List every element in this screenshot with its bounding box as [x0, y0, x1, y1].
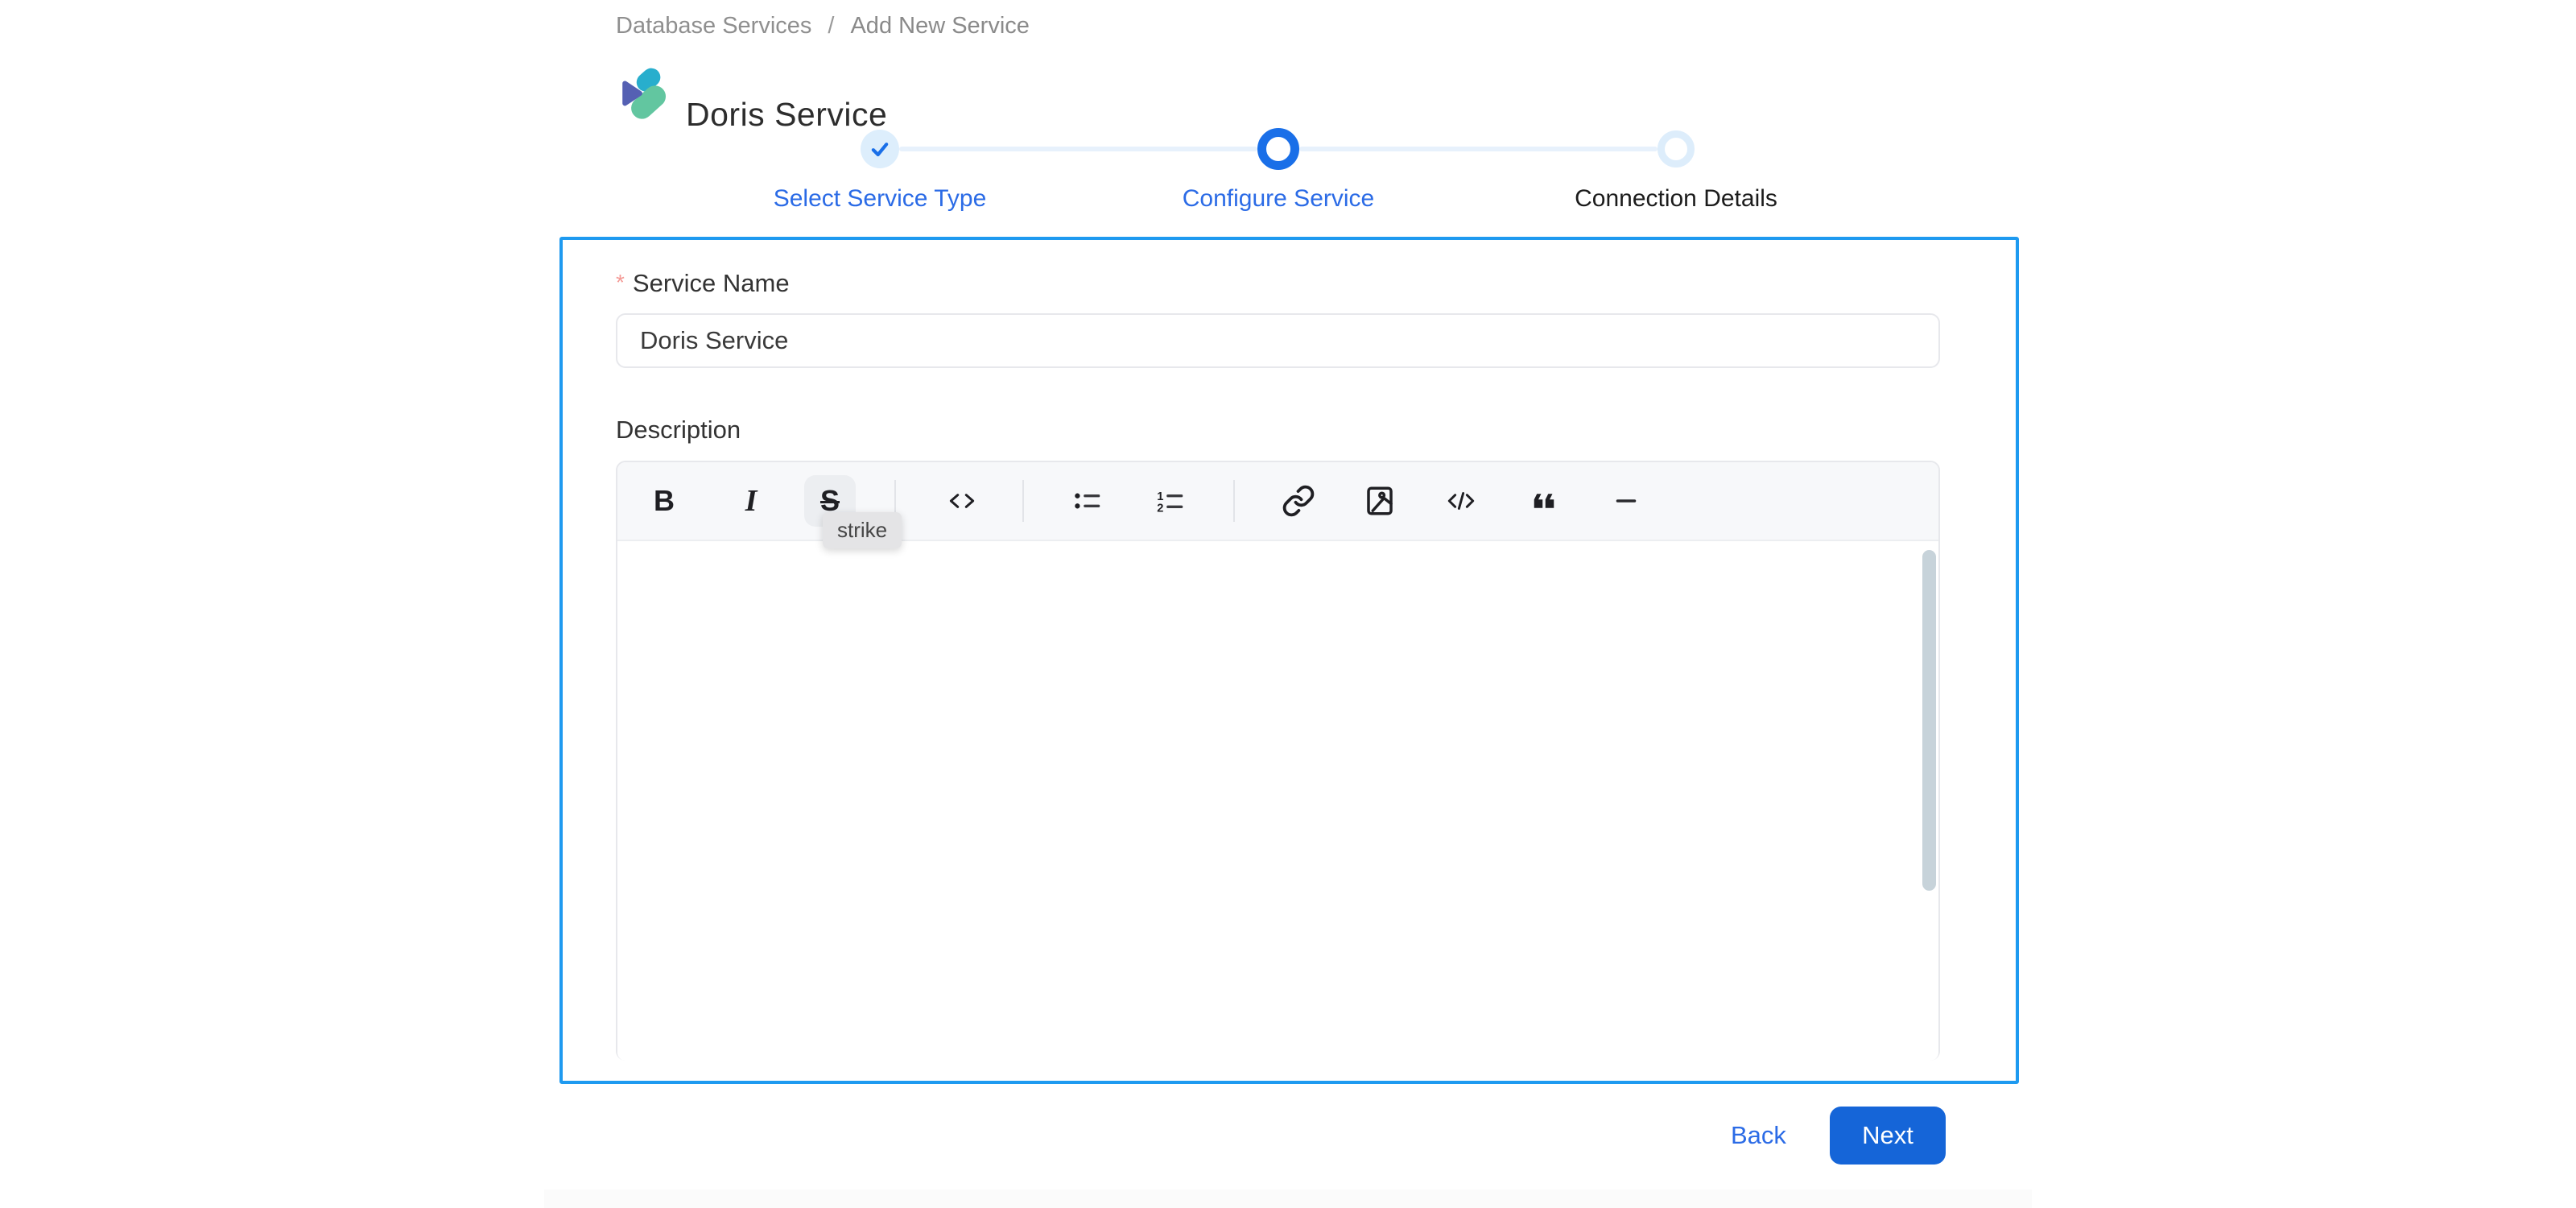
- editor-scrollbar-thumb[interactable]: [1922, 550, 1936, 891]
- description-editor-content[interactable]: [617, 541, 1938, 1061]
- next-button[interactable]: Next: [1830, 1107, 1946, 1165]
- next-section-edge: [544, 1189, 2032, 1208]
- svg-text:2: 2: [1157, 503, 1163, 515]
- add-new-service-page: Database Services / Add New Service Dori…: [0, 0, 2576, 1208]
- image-button[interactable]: [1354, 475, 1406, 527]
- italic-button[interactable]: I: [725, 475, 777, 527]
- breadcrumb: Database Services / Add New Service: [616, 13, 1030, 39]
- blockquote-icon: [1527, 484, 1561, 518]
- step-label-connection-details: Connection Details: [1575, 185, 1777, 212]
- horizontal-rule-button[interactable]: [1600, 475, 1652, 527]
- bullet-list-button[interactable]: [1062, 475, 1113, 527]
- toolbar-divider: [1233, 480, 1235, 522]
- link-button[interactable]: [1273, 475, 1324, 527]
- check-icon: [869, 138, 891, 160]
- bold-icon: B: [654, 484, 675, 517]
- horizontal-rule-icon: [1609, 484, 1643, 518]
- stepper-connector-1: [899, 147, 1257, 151]
- bullet-list-icon: [1071, 484, 1104, 518]
- page-title: Doris Service: [686, 96, 888, 134]
- stepper-connector-2: [1299, 147, 1657, 151]
- code-block-button[interactable]: [1435, 475, 1487, 527]
- link-icon: [1282, 484, 1315, 518]
- breadcrumb-add-new-service: Add New Service: [850, 13, 1030, 39]
- step-1-completed-circle[interactable]: [861, 130, 899, 168]
- breadcrumb-database-services[interactable]: Database Services: [616, 13, 811, 39]
- editor-toolbar: B I S 1 2 strike: [617, 462, 1938, 548]
- step-2-active-circle[interactable]: [1257, 128, 1299, 170]
- image-icon: [1363, 484, 1397, 518]
- inline-code-button[interactable]: [936, 475, 988, 527]
- required-asterisk: *: [616, 270, 625, 295]
- step-label-configure-service[interactable]: Configure Service: [1077, 185, 1480, 213]
- service-name-label: * Service Name: [616, 269, 790, 297]
- italic-icon: I: [745, 484, 758, 518]
- description-label: Description: [616, 416, 741, 444]
- ordered-list-button[interactable]: 1 2: [1145, 475, 1196, 527]
- service-name-input[interactable]: [616, 313, 1940, 368]
- blockquote-button[interactable]: [1518, 475, 1570, 527]
- breadcrumb-separator: /: [828, 13, 835, 39]
- code-block-icon: [1444, 484, 1478, 518]
- svg-text:1: 1: [1157, 490, 1163, 503]
- toolbar-divider: [1022, 480, 1024, 522]
- back-button[interactable]: Back: [1731, 1121, 1786, 1150]
- step-label-select-service-type[interactable]: Select Service Type: [679, 185, 1081, 213]
- inline-code-icon: [945, 484, 979, 518]
- doris-logo-icon: [617, 68, 670, 121]
- bold-button[interactable]: B: [638, 475, 690, 527]
- strike-tooltip: strike: [823, 512, 902, 548]
- step-3-pending-circle: [1657, 130, 1695, 168]
- ordered-list-icon: 1 2: [1154, 484, 1187, 518]
- description-editor: B I S 1 2 strike: [616, 461, 1940, 1061]
